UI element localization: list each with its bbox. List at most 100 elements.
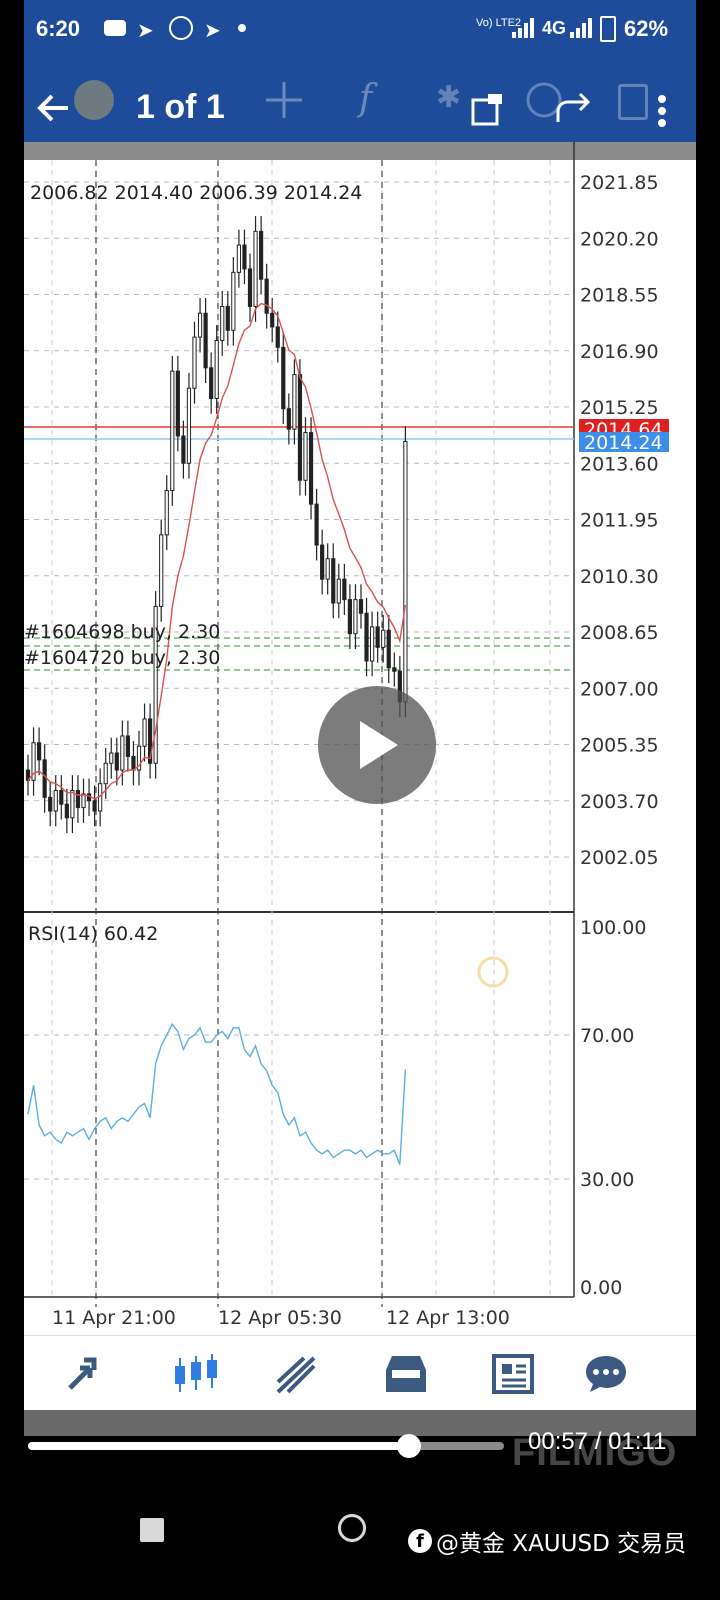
arrow-left-icon[interactable] <box>34 88 74 132</box>
video-progress-bar[interactable] <box>28 1434 504 1458</box>
candle-body <box>347 599 352 635</box>
price-level-label: 2011.95 <box>580 510 659 532</box>
credit-text: @黄金 XAUUSD 交易员 <box>436 1531 687 1557</box>
toolbar-title: 1 of 1 <box>136 88 225 126</box>
candle-body <box>370 626 375 662</box>
news-icon[interactable] <box>482 1346 542 1402</box>
app-frame: 6:20 ➤ ➤ Vo) LTE2 4G 62% 1 of 1 f ✱ 2021… <box>24 0 696 1436</box>
candle-body <box>358 599 364 614</box>
rsi-level-label: 0.00 <box>580 1277 622 1299</box>
candle-body <box>70 790 75 819</box>
candle-body <box>48 796 53 812</box>
candle-body <box>98 783 103 812</box>
candle-body <box>253 230 258 307</box>
time-label: 12 Apr 05:30 <box>218 1307 342 1329</box>
candle-body <box>42 759 47 798</box>
time-label: 11 Apr 21:00 <box>52 1307 176 1329</box>
candle-body <box>186 387 192 464</box>
send-icon: ➤ <box>204 18 221 42</box>
candle-body <box>103 762 108 785</box>
bottom-nav <box>24 1335 696 1411</box>
signal-icon <box>512 18 536 42</box>
price-level-label: 2015.25 <box>580 397 659 419</box>
battery-icon <box>600 16 616 42</box>
candle-body <box>242 244 247 270</box>
candle-body <box>159 534 164 607</box>
zalo-icon <box>104 20 126 36</box>
candle-body <box>264 278 269 314</box>
candle-body <box>392 667 397 672</box>
more-vert-icon[interactable] <box>656 94 668 132</box>
candle-body <box>314 503 319 546</box>
candle-body <box>64 803 69 819</box>
candle-body <box>353 599 358 635</box>
candle-body <box>114 752 119 771</box>
app-logo-icon <box>74 80 114 120</box>
function-icon[interactable]: f <box>359 78 372 119</box>
objects-icon[interactable]: ✱ <box>436 80 461 115</box>
price-level-label: 2013.60 <box>580 453 659 475</box>
candle-body <box>37 742 42 761</box>
time-axis: 11 Apr 21:00 12 Apr 05:30 12 Apr 13:00 <box>52 1307 510 1329</box>
candle-body <box>275 326 280 348</box>
candle-body <box>364 612 369 662</box>
send-icon: ➤ <box>137 18 154 42</box>
trade-icon[interactable] <box>268 1346 328 1402</box>
home-icon[interactable] <box>338 1514 366 1542</box>
candle-body <box>59 790 64 805</box>
candle-body <box>175 370 180 437</box>
video-progress-handle[interactable] <box>396 1434 421 1458</box>
candle-body <box>170 370 175 492</box>
price-level-label: 2021.85 <box>580 172 659 194</box>
candle-body <box>336 578 341 604</box>
whatsapp-icon <box>169 16 193 40</box>
candle-body <box>403 440 408 703</box>
rsi-axis: 100.00 70.00 30.00 0.00 <box>580 917 646 1299</box>
rsi-level-label: 30.00 <box>580 1169 634 1191</box>
signal-icon <box>570 18 594 42</box>
candle-body <box>225 305 230 331</box>
candle-body <box>197 312 203 338</box>
add-icon[interactable] <box>618 84 648 120</box>
battery-level: 62% <box>624 16 669 41</box>
candle-body <box>81 793 86 809</box>
touch-indicator-icon <box>477 956 509 988</box>
crosshair-icon[interactable] <box>264 80 304 124</box>
candle-body <box>281 346 286 410</box>
quotes-icon[interactable] <box>58 1346 118 1402</box>
rsi-label: RSI(14) 60.42 <box>28 923 158 945</box>
candle-body <box>203 312 208 369</box>
candle-body <box>181 435 186 464</box>
order-label: #1604720 buy, 2.30 <box>24 647 220 669</box>
candle-body <box>375 626 380 648</box>
candle-body <box>286 408 291 430</box>
candle-body <box>381 629 386 648</box>
candle-body <box>236 244 242 273</box>
candle-body <box>209 367 214 399</box>
recents-icon[interactable] <box>140 1518 164 1542</box>
candle-body <box>308 432 314 505</box>
share-icon[interactable] <box>470 92 506 130</box>
chat-icon[interactable] <box>576 1346 636 1402</box>
history-icon[interactable] <box>376 1346 436 1402</box>
top-bar: 6:20 ➤ ➤ Vo) LTE2 4G 62% 1 of 1 f ✱ <box>24 0 696 142</box>
order-label: #1604698 buy, 2.30 <box>24 621 220 643</box>
price-level-label: 2010.30 <box>580 566 659 588</box>
ohlc-readout: 2006.82 2014.40 2006.39 2014.24 <box>30 182 362 204</box>
candle-body <box>214 340 219 399</box>
candle-body <box>320 544 325 580</box>
price-level-label: 2016.90 <box>580 341 659 363</box>
facebook-icon: f <box>408 1529 432 1553</box>
rsi-line <box>27 1022 407 1165</box>
candle-body <box>192 336 197 389</box>
bid-price-badge: 2014.24 <box>579 432 669 454</box>
time-label: 12 Apr 13:00 <box>386 1307 510 1329</box>
candle-body <box>109 752 114 764</box>
play-button[interactable] <box>318 686 436 804</box>
redo-icon[interactable] <box>554 92 594 128</box>
candle-body <box>297 374 303 481</box>
price-level-label: 2003.70 <box>580 791 659 813</box>
candle-body <box>331 558 336 604</box>
candle-body <box>120 735 125 771</box>
chart-icon[interactable] <box>166 1346 226 1402</box>
